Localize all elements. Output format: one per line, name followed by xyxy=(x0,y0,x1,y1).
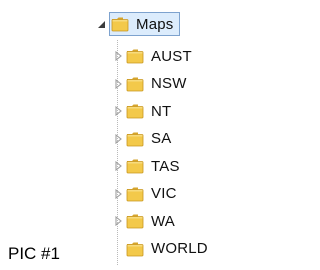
folder-icon xyxy=(126,131,144,147)
folder-icon xyxy=(126,213,144,229)
folder-tree: Maps AUST NSW NT SA TAS VIC WA WORLD xyxy=(0,0,244,270)
no-expander-spacer xyxy=(113,244,123,254)
tree-node-tas[interactable]: TAS xyxy=(113,155,180,177)
folder-icon xyxy=(126,76,144,92)
collapsed-arrow-icon[interactable] xyxy=(113,106,123,116)
collapsed-arrow-icon[interactable] xyxy=(113,78,123,89)
folder-icon xyxy=(126,158,144,174)
tree-node-label: SA xyxy=(151,130,172,147)
tree-node-label: Maps xyxy=(136,15,174,33)
image-caption: PIC #1 xyxy=(8,244,60,263)
folder-icon xyxy=(126,186,144,202)
tree-node-label: WA xyxy=(151,212,176,230)
tree-node-nt[interactable]: NT xyxy=(113,100,171,122)
tree-node-vic[interactable]: VIC xyxy=(113,183,177,205)
selected-node-highlight[interactable]: Maps xyxy=(109,12,181,36)
collapsed-arrow-icon[interactable] xyxy=(113,161,123,171)
tree-node-world[interactable]: WORLD xyxy=(113,238,208,260)
folder-icon xyxy=(126,241,144,257)
collapsed-arrow-icon[interactable] xyxy=(113,133,123,144)
tree-node-label: WORLD xyxy=(151,240,208,257)
collapsed-arrow-icon[interactable] xyxy=(113,216,123,226)
tree-node-nsw[interactable]: NSW xyxy=(113,73,187,95)
tree-node-label: NSW xyxy=(151,75,187,92)
tree-node-wa[interactable]: WA xyxy=(113,210,175,232)
tree-node-maps[interactable]: Maps xyxy=(96,12,181,36)
tree-node-sa[interactable]: SA xyxy=(113,128,171,150)
collapsed-arrow-icon[interactable] xyxy=(113,51,123,61)
tree-node-label: TAS xyxy=(151,157,180,175)
tree-node-aust[interactable]: AUST xyxy=(113,45,192,67)
expanded-arrow-icon[interactable] xyxy=(96,19,106,29)
folder-icon xyxy=(111,16,129,32)
collapsed-arrow-icon[interactable] xyxy=(113,188,123,199)
tree-node-label: NT xyxy=(151,102,172,120)
tree-node-label: AUST xyxy=(151,47,192,65)
tree-node-label: VIC xyxy=(151,185,177,202)
folder-icon xyxy=(126,103,144,119)
folder-icon xyxy=(126,48,144,64)
screenshot-canvas: Maps AUST NSW NT SA TAS VIC WA WORLD PIC #1 xyxy=(0,0,244,270)
